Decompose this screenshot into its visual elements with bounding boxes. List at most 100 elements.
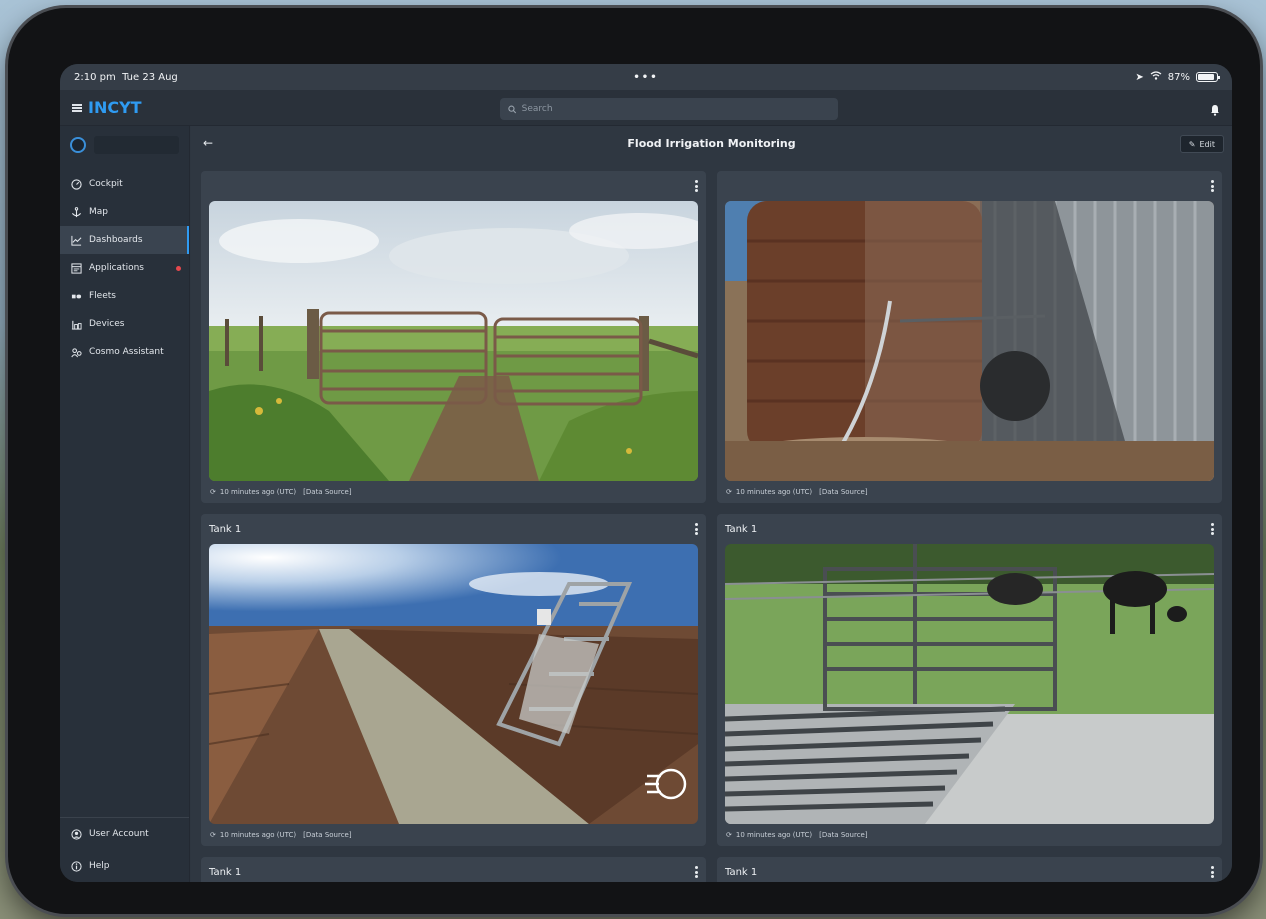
- card-header: Tank 1: [717, 857, 1222, 882]
- assistant-icon: [70, 346, 82, 358]
- anchor-icon: [70, 206, 82, 218]
- page-header: ← Flood Irrigation Monitoring ✎ Edit: [191, 126, 1232, 160]
- card-footer: ⟳ 10 minutes ago (UTC) [Data Source]: [717, 481, 1222, 503]
- edit-button-label: Edit: [1199, 139, 1216, 149]
- main-content: ← Flood Irrigation Monitoring ✎ Edit ⟳ 1…: [191, 126, 1232, 882]
- card-title: Tank 1: [725, 523, 758, 535]
- card-header: [717, 171, 1222, 201]
- fleet-icon: [70, 290, 82, 302]
- gauge-icon: [70, 178, 82, 190]
- search-bar[interactable]: [500, 98, 838, 120]
- sidebar-item-label: Map: [89, 207, 108, 217]
- sidebar-footer: User Account Help: [60, 817, 189, 882]
- data-source-link[interactable]: [Data Source]: [303, 488, 351, 496]
- bell-icon[interactable]: [1210, 101, 1220, 120]
- search-input[interactable]: [521, 104, 830, 114]
- page-title: Flood Irrigation Monitoring: [627, 136, 796, 150]
- status-time: 2:10 pm: [74, 71, 116, 83]
- org-name-field[interactable]: [93, 136, 179, 154]
- camera-card: Tank 1: [717, 514, 1222, 846]
- org-logo-icon: [70, 137, 86, 153]
- brand: INCYT: [72, 98, 142, 117]
- pencil-icon: ✎: [1188, 139, 1196, 149]
- battery-icon: [1196, 72, 1220, 82]
- camera-card: Tank 1: [201, 857, 706, 882]
- camera-card: ⟳ 10 minutes ago (UTC) [Data Source]: [717, 171, 1222, 503]
- card-footer: ⟳ 10 minutes ago (UTC) [Data Source]: [201, 481, 706, 503]
- search-icon: [508, 105, 517, 113]
- sidebar-item-cosmo-assistant[interactable]: Cosmo Assistant: [60, 338, 189, 366]
- back-arrow-icon[interactable]: ←: [203, 136, 213, 150]
- more-options-icon[interactable]: [694, 866, 698, 878]
- data-source-link[interactable]: [Data Source]: [303, 831, 351, 839]
- sidebar-item-label: Cosmo Assistant: [89, 347, 164, 357]
- card-header: Tank 1: [201, 857, 706, 882]
- sidebar-item-cockpit[interactable]: Cockpit: [60, 170, 189, 198]
- camera-card: Tank 1: [717, 857, 1222, 882]
- battery-percent: 87%: [1167, 71, 1190, 83]
- card-title: Tank 1: [209, 523, 242, 535]
- sidebar-item-user-account[interactable]: User Account: [60, 818, 189, 850]
- sidebar-item-label: Dashboards: [89, 235, 143, 245]
- sidebar-item-dashboards[interactable]: Dashboards: [60, 226, 189, 254]
- last-updated: 10 minutes ago (UTC): [219, 488, 297, 496]
- camera-card: Tank 1: [201, 514, 706, 846]
- status-bar: 2:10 pm Tue 23 Aug ••• ➤ 87%: [60, 64, 1232, 90]
- status-date: Tue 23 Aug: [122, 71, 178, 83]
- card-title: Tank 1: [209, 866, 242, 878]
- sidebar-item-label: User Account: [89, 829, 149, 839]
- refresh-icon[interactable]: ⟳: [726, 488, 732, 496]
- card-footer: ⟳ 10 minutes ago (UTC) [Data Source]: [201, 824, 706, 846]
- location-icon: ➤: [1135, 71, 1144, 83]
- last-updated: 10 minutes ago (UTC): [735, 831, 813, 839]
- more-options-icon[interactable]: [694, 180, 698, 192]
- card-title: Tank 1: [725, 866, 758, 878]
- app-window-icon: [70, 262, 82, 274]
- multitask-dots-icon[interactable]: •••: [633, 72, 658, 83]
- refresh-icon[interactable]: ⟳: [210, 488, 216, 496]
- sidebar-item-label: Devices: [89, 319, 125, 329]
- refresh-icon[interactable]: ⟳: [726, 831, 732, 839]
- camera-image-farm-gate[interactable]: [209, 201, 698, 481]
- camera-image-cattle-grid[interactable]: [725, 544, 1214, 824]
- data-source-link[interactable]: [Data Source]: [819, 488, 867, 496]
- camera-card: ⟳ 10 minutes ago (UTC) [Data Source]: [201, 171, 706, 503]
- camera-image-water-tank[interactable]: [725, 201, 1214, 481]
- card-footer: ⟳ 10 minutes ago (UTC) [Data Source]: [717, 824, 1222, 846]
- more-options-icon[interactable]: [1210, 866, 1214, 878]
- sidebar-item-applications[interactable]: Applications: [60, 254, 189, 282]
- sidebar-nav: Cockpit Map Dashboards Applications Flee…: [60, 170, 189, 366]
- sidebar-item-devices[interactable]: Devices: [60, 310, 189, 338]
- org-switcher[interactable]: [60, 126, 189, 162]
- camera-image-irrigation-channel[interactable]: [209, 544, 698, 824]
- wifi-icon: [1150, 71, 1162, 83]
- card-header: Tank 1: [201, 514, 706, 544]
- sidebar-item-label: Applications: [89, 263, 144, 273]
- sidebar-item-fleets[interactable]: Fleets: [60, 282, 189, 310]
- sidebar-item-help[interactable]: Help: [60, 850, 189, 882]
- app-header: INCYT: [60, 90, 1232, 126]
- more-options-icon[interactable]: [1210, 523, 1214, 535]
- sidebar-item-label: Cockpit: [89, 179, 123, 189]
- refresh-icon[interactable]: ⟳: [210, 831, 216, 839]
- edit-button[interactable]: ✎ Edit: [1179, 135, 1224, 153]
- more-options-icon[interactable]: [694, 523, 698, 535]
- devices-icon: [70, 318, 82, 330]
- sidebar-item-label: Fleets: [89, 291, 116, 301]
- more-options-icon[interactable]: [1210, 180, 1214, 192]
- notification-badge: [176, 265, 181, 271]
- user-icon: [70, 828, 82, 840]
- brand-logo[interactable]: INCYT: [88, 98, 142, 117]
- menu-icon[interactable]: [72, 103, 82, 112]
- sidebar-item-label: Help: [89, 861, 110, 871]
- chart-line-icon: [70, 234, 82, 246]
- sidebar-item-map[interactable]: Map: [60, 198, 189, 226]
- card-header: [201, 171, 706, 201]
- sidebar: Cockpit Map Dashboards Applications Flee…: [60, 126, 190, 882]
- last-updated: 10 minutes ago (UTC): [735, 488, 813, 496]
- app-screen: 2:10 pm Tue 23 Aug ••• ➤ 87% INCYT Searc…: [60, 64, 1232, 882]
- data-source-link[interactable]: [Data Source]: [819, 831, 867, 839]
- last-updated: 10 minutes ago (UTC): [219, 831, 297, 839]
- tablet-frame: 2:10 pm Tue 23 Aug ••• ➤ 87% INCYT Searc…: [8, 8, 1260, 914]
- card-header: Tank 1: [717, 514, 1222, 544]
